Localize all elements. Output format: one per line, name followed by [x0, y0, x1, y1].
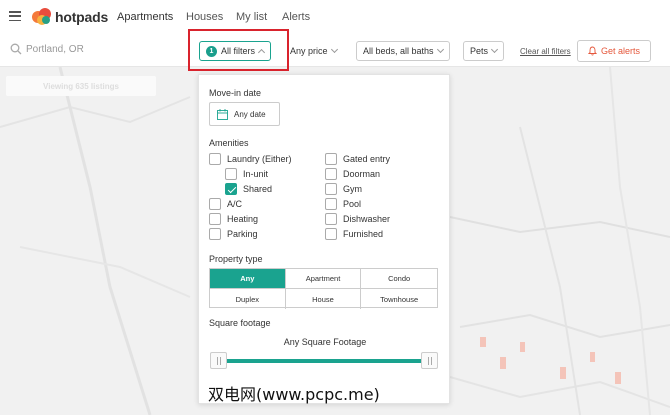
watermark-text: 双电网(www.pcpc.me): [208, 385, 380, 404]
top-nav: hotpads Apartments Houses My list Alerts: [0, 0, 670, 34]
checkbox-checked[interactable]: [225, 183, 237, 195]
amenity-dishwasher[interactable]: Dishwasher: [325, 213, 390, 225]
checkbox[interactable]: [325, 183, 337, 195]
square-footage-max-handle[interactable]: [421, 352, 438, 369]
bell-icon: [587, 46, 597, 56]
amenity-parking[interactable]: Parking: [209, 228, 258, 240]
get-alerts-label: Get alerts: [600, 46, 640, 56]
nav-alerts[interactable]: Alerts: [282, 11, 310, 23]
checkbox[interactable]: [325, 168, 337, 180]
amenity-doorman[interactable]: Doorman: [325, 168, 380, 180]
amenity-label: Gated entry: [343, 154, 391, 164]
amenity-in-unit[interactable]: In-unit: [225, 168, 268, 180]
amenity-label: Shared: [243, 184, 273, 194]
checkbox[interactable]: [209, 198, 221, 210]
chevron-down-icon: [330, 45, 338, 54]
hotpads-logo[interactable]: [31, 6, 53, 26]
property-type-house[interactable]: House: [286, 289, 362, 309]
amenity-label: Gym: [343, 184, 362, 194]
move-in-date-button[interactable]: Any date: [209, 102, 280, 126]
amenity-label: Heating: [227, 214, 259, 224]
amenity-label: A/C: [227, 199, 243, 209]
search-icon: [10, 43, 22, 55]
square-footage-slider-track[interactable]: [218, 359, 432, 363]
filter-bar: Portland, OR 1 All filters Any price All…: [0, 34, 670, 67]
checkbox[interactable]: [325, 228, 337, 240]
property-type-any[interactable]: Any: [210, 269, 286, 289]
filters-dropdown-panel: Move-in date Any date Amenities Laundry …: [198, 74, 450, 404]
square-footage-label: Square footage: [209, 318, 271, 328]
amenity-label: Doorman: [343, 169, 381, 179]
beds-baths-filter-button[interactable]: All beds, all baths: [356, 41, 450, 61]
price-filter-button[interactable]: Any price: [284, 41, 343, 61]
property-type-duplex[interactable]: Duplex: [210, 289, 286, 309]
search-input[interactable]: Portland, OR: [26, 44, 84, 55]
amenity-label: Parking: [227, 229, 258, 239]
amenity-label: In-unit: [243, 169, 269, 179]
checkbox[interactable]: [225, 168, 237, 180]
checkbox[interactable]: [325, 153, 337, 165]
amenity-pool[interactable]: Pool: [325, 198, 361, 210]
amenity-gated-entry[interactable]: Gated entry: [325, 153, 390, 165]
pets-filter-button[interactable]: Pets: [463, 41, 505, 61]
amenity-label: Dishwasher: [343, 214, 391, 224]
move-in-date-value: Any date: [234, 109, 266, 119]
amenities-label: Amenities: [209, 138, 249, 148]
amenity-shared[interactable]: Shared: [225, 183, 272, 195]
property-type-townhouse[interactable]: Townhouse: [361, 289, 437, 309]
clear-all-filters-link[interactable]: Clear all filters: [520, 47, 571, 56]
checkbox[interactable]: [325, 198, 337, 210]
checkbox[interactable]: [209, 153, 221, 165]
brand-name[interactable]: hotpads: [55, 9, 108, 25]
amenity-furnished[interactable]: Furnished: [325, 228, 383, 240]
property-type-apartment[interactable]: Apartment: [285, 269, 362, 289]
amenity-label: Laundry (Either): [227, 154, 292, 164]
price-filter-label: Any price: [290, 46, 328, 56]
square-footage-min-handle[interactable]: [210, 352, 227, 369]
nav-houses[interactable]: Houses: [186, 11, 223, 23]
property-type-selector: Any Apartment Condo Duplex House Townhou…: [209, 268, 438, 309]
checkbox[interactable]: [325, 213, 337, 225]
checkbox[interactable]: [209, 213, 221, 225]
highlight-box: [188, 29, 289, 71]
viewing-listings-bar: Viewing 635 listings: [6, 76, 156, 96]
square-footage-value: Any Square Footage: [283, 337, 367, 347]
property-type-condo[interactable]: Condo: [361, 269, 437, 289]
nav-apartments[interactable]: Apartments: [117, 11, 173, 23]
beds-baths-label: All beds, all baths: [363, 46, 434, 56]
amenity-ac[interactable]: A/C: [209, 198, 242, 210]
chevron-down-icon: [490, 45, 499, 54]
move-in-date-label: Move-in date: [209, 88, 262, 98]
get-alerts-button[interactable]: Get alerts: [577, 40, 651, 62]
property-type-label: Property type: [209, 254, 263, 264]
amenity-heating[interactable]: Heating: [209, 213, 258, 225]
calendar-icon: [217, 108, 228, 120]
amenity-label: Furnished: [343, 229, 384, 239]
amenity-label: Pool: [343, 199, 362, 209]
amenity-laundry-either[interactable]: Laundry (Either): [209, 153, 292, 165]
nav-my-list[interactable]: My list: [236, 11, 267, 23]
hamburger-menu-icon[interactable]: [9, 11, 21, 22]
amenity-gym[interactable]: Gym: [325, 183, 362, 195]
pets-filter-label: Pets: [470, 46, 489, 56]
checkbox[interactable]: [209, 228, 221, 240]
chevron-down-icon: [436, 45, 444, 54]
